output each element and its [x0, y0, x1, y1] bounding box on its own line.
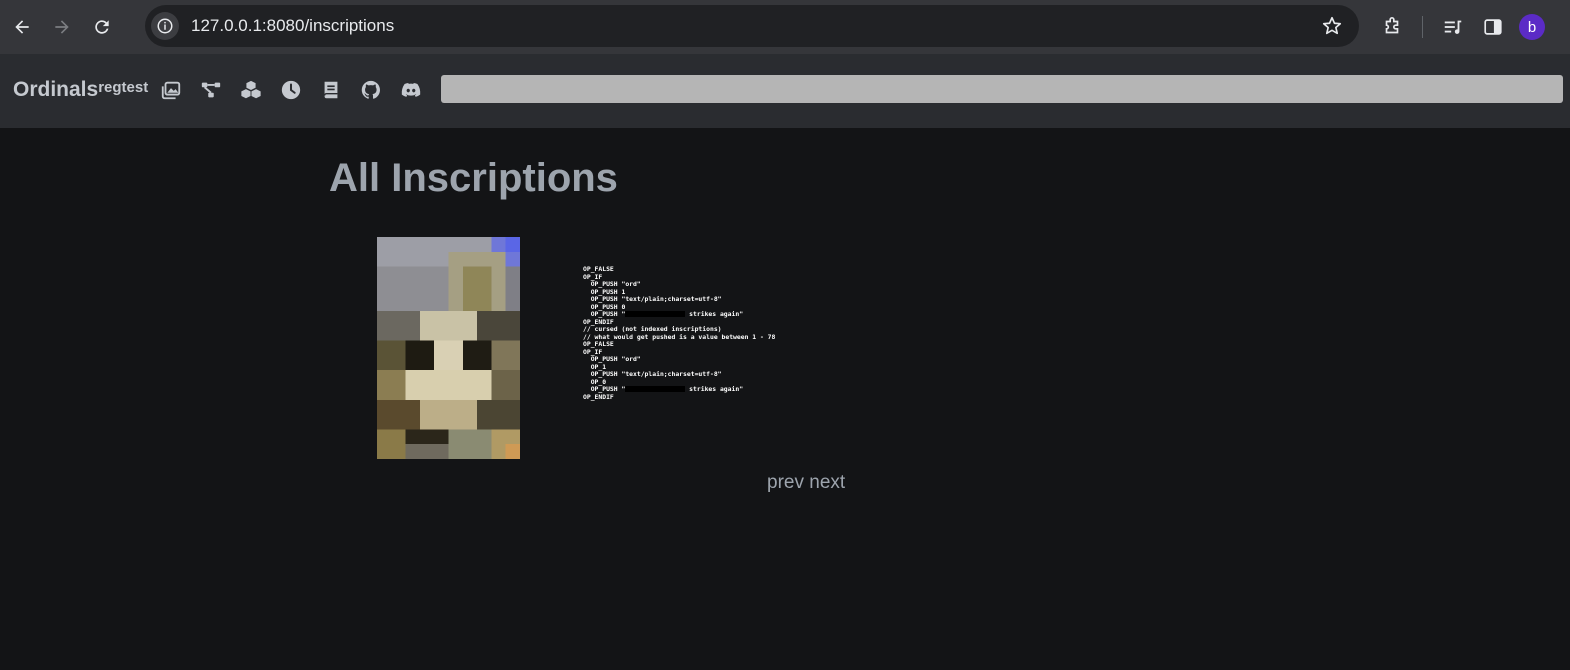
media-control-button[interactable]: [1433, 9, 1473, 45]
puzzle-icon: [1385, 17, 1399, 34]
book-icon: [323, 81, 338, 99]
code-line-redacted: OP_PUSH " strikes again": [583, 385, 803, 394]
inscription-image-thumbnail[interactable]: [377, 237, 520, 459]
back-button[interactable]: [4, 9, 40, 45]
code-text: OP_PUSH ": [583, 385, 626, 393]
docs-link[interactable]: [320, 78, 360, 102]
clock-icon: [281, 80, 301, 100]
site-header: Ordinalsregtest: [0, 54, 1570, 128]
discord-icon: [401, 82, 421, 97]
code-line: OP_PUSH "ord": [583, 355, 641, 363]
arrow-left-icon: [15, 20, 29, 34]
nodes-icon: [201, 82, 221, 98]
side-panel-button[interactable]: [1473, 9, 1513, 45]
inscription-text-thumbnail[interactable]: OP_FALSE OP_IF OP_PUSH "ord" OP_PUSH 1 OP…: [583, 237, 803, 459]
url-host: 127.0.0.1: [191, 16, 262, 35]
url-path: :8080/inscriptions: [261, 16, 395, 35]
code-line: // what would get pushed is a value betw…: [583, 332, 776, 341]
gallery-link[interactable]: [160, 78, 200, 102]
code-text: strikes again": [685, 310, 744, 318]
prev-link[interactable]: prev: [767, 472, 804, 493]
side-panel-icon: [1484, 19, 1502, 35]
info-icon: [157, 18, 173, 34]
brand-logo[interactable]: Ordinalsregtest: [13, 78, 148, 102]
address-bar[interactable]: 127.0.0.1:8080/inscriptions: [145, 5, 1359, 47]
redaction-bar: [625, 386, 686, 392]
toolbar-divider: [1422, 16, 1423, 38]
cubes-icon: [241, 80, 261, 99]
network-label: regtest: [98, 79, 149, 96]
code-line-redacted: OP_PUSH " strikes again": [583, 310, 803, 319]
reload-icon: [95, 20, 109, 34]
redaction-bar: [625, 311, 686, 317]
site-info-button[interactable]: [151, 12, 179, 40]
code-line: OP_PUSH "text/plain;charset=utf-8": [583, 370, 722, 378]
search-input[interactable]: [441, 75, 1563, 103]
code-text: OP_PUSH ": [583, 310, 626, 318]
profile-avatar[interactable]: b: [1519, 14, 1545, 40]
next-link[interactable]: next: [809, 472, 845, 493]
discord-link[interactable]: [400, 78, 440, 102]
github-link[interactable]: [360, 78, 400, 102]
browser-toolbar: 127.0.0.1:8080/inscriptions b: [0, 0, 1570, 54]
brand-name: Ordinals: [13, 78, 99, 101]
blocks-link[interactable]: [240, 78, 280, 102]
bookmark-star-icon[interactable]: [1321, 15, 1343, 37]
pixelated-image: [377, 237, 520, 459]
code-line: OP_FALSE: [583, 340, 614, 348]
page-title: All Inscriptions: [329, 156, 618, 200]
site-nav-icons: [160, 78, 440, 102]
arrow-right-icon: [55, 20, 69, 34]
clock-link[interactable]: [280, 78, 320, 102]
browser-right-icons: b: [1372, 0, 1545, 54]
nodes-link[interactable]: [200, 78, 240, 102]
pagination: prev next: [767, 472, 845, 494]
code-line: OP_FALSE: [583, 265, 614, 273]
forward-button[interactable]: [44, 9, 80, 45]
code-text: strikes again": [685, 385, 744, 393]
reload-button[interactable]: [84, 9, 120, 45]
github-icon: [361, 80, 380, 99]
extensions-button[interactable]: [1372, 9, 1412, 45]
gallery-icon: [161, 81, 181, 100]
url-text: 127.0.0.1:8080/inscriptions: [191, 16, 394, 36]
playlist-icon: [1444, 20, 1462, 34]
code-line: OP_ENDIF: [583, 392, 614, 401]
